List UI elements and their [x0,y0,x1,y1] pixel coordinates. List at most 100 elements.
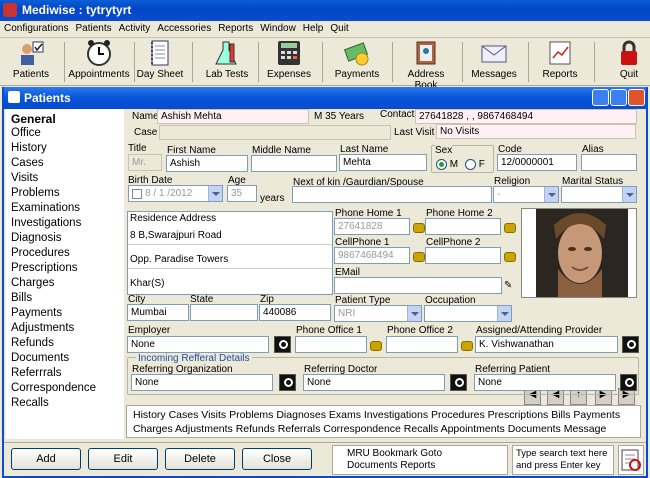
toolbar-messages-button[interactable]: Messages [470,40,518,84]
checkbox-icon [132,189,142,199]
alias-input[interactable] [581,154,637,171]
email-input[interactable] [334,277,502,294]
menu-help[interactable]: Help [299,21,327,34]
phone-office-1-input[interactable] [295,336,367,353]
minimize-button[interactable] [592,89,609,106]
pen-icon[interactable]: ✎ [504,280,512,291]
nav-payments[interactable]: Payments [11,307,62,319]
nav-examinations[interactable]: Examinations [11,202,80,214]
cellphone-1-input[interactable]: 9867468494 [334,247,410,264]
toolbar-labtests-button[interactable]: Lab Tests [204,40,250,84]
nav-cases[interactable]: Cases [11,157,44,169]
menu-activity[interactable]: Activity [115,21,154,34]
nav-general[interactable]: General [11,112,56,126]
nav-documents[interactable]: Documents [11,352,69,364]
address-line-3[interactable]: Khar(S) [130,278,164,289]
next-of-kin-input[interactable] [292,186,492,203]
menu-accessories[interactable]: Accessories [153,21,214,34]
menu-reports[interactable]: Reports [214,21,256,34]
nav-refunds[interactable]: Refunds [11,337,54,349]
nav-recalls[interactable]: Recalls [11,397,49,409]
menu-configurations[interactable]: Configurations [0,21,71,34]
nav-visits[interactable]: Visits [11,172,38,184]
marital-status-select[interactable] [561,186,637,203]
menu-window[interactable]: Window [256,21,299,34]
toolbar-expenses-button[interactable]: Expenses [266,40,312,84]
provider-input[interactable]: K. Vishwanathan [475,336,618,353]
nav-problems[interactable]: Problems [11,187,60,199]
patient-type-select[interactable]: NRI [334,305,422,322]
nav-investigations[interactable]: Investigations [11,217,81,229]
menu-patients[interactable]: Patients [71,21,114,34]
phone-home-1-input[interactable]: 27641828 [334,218,410,235]
bottom-menu[interactable]: MRU Bookmark Goto Documents Reports [332,445,508,475]
add-button[interactable]: Add [11,448,81,470]
cellphone-2-input[interactable] [425,247,501,264]
phone-icon[interactable] [504,223,516,233]
phone-icon[interactable] [370,341,382,351]
middle-name-input[interactable] [251,155,337,172]
city-input[interactable]: Mumbai [127,304,189,321]
contact-label: Contact [380,109,415,120]
toolbar-appointments-button[interactable]: Appointments [68,40,130,84]
title-select[interactable]: Mr. [128,154,162,171]
edit-button[interactable]: Edit [88,448,158,470]
zip-input[interactable]: 440086 [259,304,331,321]
search-input[interactable]: Type search text here and press Enter ke… [512,445,614,475]
phone-icon[interactable] [413,223,425,233]
sex-female-radio[interactable]: F [465,159,485,170]
nav-procedures[interactable]: Procedures [11,247,70,259]
nav-bills[interactable]: Bills [11,292,32,304]
referring-patient-search-button[interactable] [620,374,637,391]
referring-doctor-input[interactable]: None [303,374,445,391]
toolbar-daysheet-button[interactable]: Day Sheet [136,40,184,84]
quick-links[interactable]: History Cases Visits Problems Diagnoses … [126,405,641,438]
occupation-select[interactable] [424,305,512,322]
close-button[interactable]: Close [242,448,312,470]
phone-icon[interactable] [413,252,425,262]
toolbar-payments-button[interactable]: Payments [334,40,380,84]
employer-input[interactable]: None [127,336,269,353]
nav-office[interactable]: Office [11,127,41,139]
nav-history[interactable]: History [11,142,47,154]
clock-icon [85,40,113,66]
referring-organization-input[interactable]: None [131,374,273,391]
sex-male-radio[interactable]: M [436,159,458,170]
close-window-button[interactable] [628,89,645,106]
nav-charges[interactable]: Charges [11,277,54,289]
last-name-input[interactable]: Mehta [339,154,427,171]
name-display: Ashish Mehta [157,109,309,124]
nav-adjustments[interactable]: Adjustments [11,322,74,334]
nav-prescriptions[interactable]: Prescriptions [11,262,77,274]
code-input[interactable]: 12/0000001 [497,154,577,171]
toolbar-addressbook-button[interactable]: Address Book [396,40,456,91]
referring-doctor-search-button[interactable] [450,374,467,391]
maximize-button[interactable] [610,89,627,106]
referring-organization-search-button[interactable] [279,374,296,391]
phone-office-2-input[interactable] [386,336,458,353]
age-input[interactable]: 35 [227,185,257,202]
toolbar-patients-button[interactable]: Patients [10,40,52,84]
phone-icon[interactable] [504,252,516,262]
nav-referrals[interactable]: Referrrals [11,367,61,379]
phone-home-2-input[interactable] [425,218,501,235]
religion-select[interactable]: - [493,186,559,203]
referring-patient-input[interactable]: None [474,374,616,391]
provider-search-button[interactable] [622,336,639,353]
search-go-icon[interactable] [618,445,644,475]
delete-button[interactable]: Delete [165,448,235,470]
nav-correspondence[interactable]: Correspondence [11,382,96,394]
patient-photo [521,208,637,298]
birth-date-picker[interactable]: 8 / 1 /2012 [128,185,223,202]
nav-diagnosis[interactable]: Diagnosis [11,232,62,244]
state-input[interactable] [190,304,258,321]
toolbar-reports-button[interactable]: Reports [540,40,580,84]
address-line-1[interactable]: 8 B,Swarajpuri Road [130,230,222,241]
employer-search-button[interactable] [274,336,291,353]
first-name-input[interactable]: Ashish [166,155,248,172]
address-book-icon [412,40,440,66]
phone-icon[interactable] [461,341,473,351]
address-line-2[interactable]: Opp. Paradise Towers [130,254,228,265]
toolbar-quit-button[interactable]: Quit [612,40,646,84]
menu-quit[interactable]: Quit [326,21,351,34]
